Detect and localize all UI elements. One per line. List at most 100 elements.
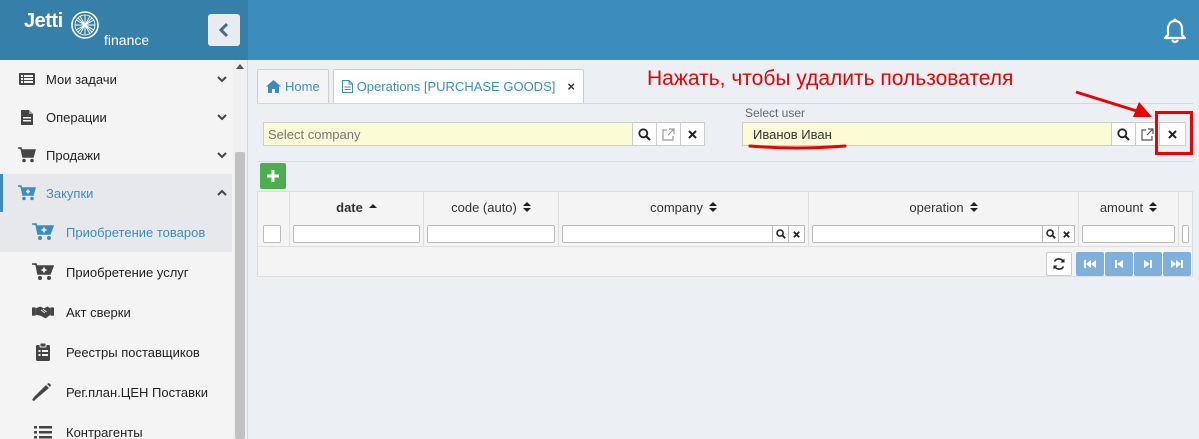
last-page-button[interactable] <box>1163 252 1191 276</box>
list-icon <box>18 71 36 87</box>
prev-page-button[interactable] <box>1105 252 1133 276</box>
company-select: Select company <box>263 122 705 146</box>
sidebar-subitem-reconciliation[interactable]: Акт сверки <box>0 292 232 332</box>
grid-header-row: date code (auto) company operation amoun… <box>258 192 1192 222</box>
filter-overflow-input[interactable] <box>1182 225 1189 243</box>
annotation-underline <box>748 144 847 150</box>
user-select-input[interactable]: Иванов Иван <box>742 122 1112 146</box>
filter-company-clear-button[interactable] <box>789 225 806 243</box>
column-header-code[interactable]: code (auto) <box>424 192 559 222</box>
next-page-icon <box>1144 260 1152 268</box>
user-search-button[interactable] <box>1112 122 1136 146</box>
sidebar-item-sales[interactable]: Продажи <box>0 136 232 174</box>
bell-icon[interactable] <box>1163 18 1187 44</box>
user-select: Иванов Иван <box>742 122 1186 146</box>
sort-icon <box>969 202 978 212</box>
chevron-up-icon <box>217 189 227 196</box>
sidebar-item-purchases[interactable]: Закупки <box>0 174 232 212</box>
filter-operation-clear-button[interactable] <box>1059 225 1075 243</box>
logo-brand-name: Jetti <box>24 10 63 32</box>
annotation-text: Нажать, чтобы удалить пользователя <box>647 67 1014 90</box>
sidebar-subitem-label: Приобретение услуг <box>66 264 189 280</box>
filter-company-search-button[interactable] <box>773 225 790 243</box>
filter-amount-input[interactable] <box>1082 225 1175 243</box>
handshake-icon <box>32 303 54 321</box>
company-search-button[interactable] <box>633 122 657 146</box>
add-button[interactable] <box>260 163 286 189</box>
sidebar-subitem-label: Приобретение товаров <box>66 224 206 240</box>
sidebar-subitem-label: Контрагенты <box>66 424 143 439</box>
column-header-overflow <box>1179 192 1192 222</box>
tab-home[interactable]: Home <box>257 69 329 103</box>
refresh-icon <box>1053 258 1065 270</box>
select-all-checkbox[interactable] <box>263 225 281 243</box>
tab-bar: Home Operations [PURCHASE GOODS] × <box>257 69 588 103</box>
sidebar-item-my-tasks[interactable]: Мои задачи <box>0 60 232 98</box>
chevron-down-icon <box>217 76 227 83</box>
column-header-operation[interactable]: operation <box>809 192 1079 222</box>
tab-close-icon[interactable]: × <box>567 79 575 94</box>
tab-operations-purchase-goods[interactable]: Operations [PURCHASE GOODS] × <box>332 69 584 103</box>
company-clear-button[interactable] <box>681 122 705 146</box>
sidebar-scrollbar[interactable] <box>233 60 247 439</box>
company-select-input[interactable]: Select company <box>263 122 633 146</box>
column-header-label: operation <box>909 199 964 215</box>
filter-company-input[interactable] <box>562 225 774 243</box>
filter-date-input[interactable] <box>293 225 420 243</box>
column-header-date[interactable]: date <box>290 192 424 222</box>
chevron-down-icon <box>217 152 227 159</box>
sidebar-subitem-purchase-goods[interactable]: Приобретение товаров <box>0 212 232 252</box>
scroll-up-arrow-icon[interactable] <box>236 64 244 69</box>
column-header-amount[interactable]: amount <box>1079 192 1179 222</box>
scrollbar-thumb[interactable] <box>235 152 245 439</box>
wheel-logo-icon <box>71 11 99 39</box>
sidebar-subitem-label: Рег.план.ЦЕН Поставки <box>66 384 208 400</box>
grid-filter-row <box>258 222 1192 246</box>
company-open-button[interactable] <box>657 122 681 146</box>
sort-icon <box>708 202 717 212</box>
logo-brand-sub: finance <box>104 32 150 48</box>
cart-icon <box>18 147 36 163</box>
filter-amount-cell <box>1079 222 1179 246</box>
sidebar-item-label: Продажи <box>46 147 101 163</box>
list-icon <box>32 423 54 439</box>
plus-icon <box>267 170 279 182</box>
cart-plus-icon <box>32 263 54 281</box>
grid-paginator <box>258 246 1192 276</box>
filter-company-cell <box>559 222 809 246</box>
sidebar: Мои задачи Операции Продажи Закупки Прио… <box>0 60 248 439</box>
first-page-button[interactable] <box>1076 252 1104 276</box>
sidebar-subitem-price-plan[interactable]: Рег.план.ЦЕН Поставки <box>0 372 232 412</box>
external-link-icon <box>662 127 675 141</box>
sidebar-item-operations[interactable]: Операции <box>0 98 232 136</box>
column-header-label: amount <box>1099 199 1144 215</box>
close-icon <box>1063 230 1070 238</box>
filter-operation-input[interactable] <box>812 225 1044 243</box>
tab-label: Operations [PURCHASE GOODS] <box>356 79 556 94</box>
sidebar-subitem-counterparties[interactable]: Контрагенты <box>0 412 232 439</box>
filter-date-cell <box>290 222 424 246</box>
tab-label: Home <box>285 79 320 94</box>
sort-icon <box>1149 202 1158 212</box>
sidebar-item-label: Операции <box>46 109 107 125</box>
sidebar-subitem-supplier-registers[interactable]: Реестры поставщиков <box>0 332 232 372</box>
last-page-icon <box>1171 260 1183 268</box>
column-header-company[interactable]: company <box>559 192 809 222</box>
filter-code-input[interactable] <box>427 225 555 243</box>
external-link-icon <box>1141 127 1154 141</box>
sidebar-subitem-purchase-services[interactable]: Приобретение услуг <box>0 252 232 292</box>
sidebar-menu: Мои задачи Операции Продажи Закупки Прио… <box>0 60 232 439</box>
cart-plus-icon <box>18 185 36 201</box>
sidebar-item-label: Закупки <box>46 185 94 201</box>
sidebar-collapse-button[interactable] <box>208 14 240 46</box>
filter-operation-search-button[interactable] <box>1043 225 1060 243</box>
refresh-button[interactable] <box>1046 252 1072 276</box>
pencil-icon <box>32 383 54 401</box>
first-page-icon <box>1084 260 1096 268</box>
document-icon <box>341 80 353 93</box>
filter-overflow-cell <box>1179 222 1192 246</box>
column-header-label: code (auto) <box>451 199 517 215</box>
chevron-down-icon <box>217 114 227 121</box>
annotation-arrow-line <box>1075 90 1141 114</box>
next-page-button[interactable] <box>1134 252 1162 276</box>
